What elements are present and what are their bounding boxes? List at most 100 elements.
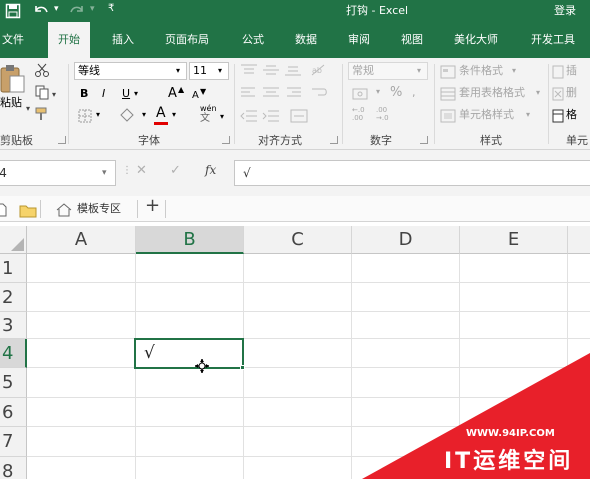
copy-dropdown-icon[interactable]: ▾ xyxy=(52,88,56,102)
undo-dropdown-icon[interactable]: ▾ xyxy=(54,0,59,20)
tab-beautify-master[interactable]: 美化大师 xyxy=(454,22,498,58)
row-header-7[interactable]: 7 xyxy=(0,427,27,457)
cut-icon[interactable] xyxy=(34,62,50,82)
new-file-icon[interactable] xyxy=(0,202,7,221)
row-header-4[interactable]: 4 xyxy=(0,339,27,368)
tab-file[interactable]: 文件 xyxy=(2,22,24,58)
align-left-icon[interactable] xyxy=(240,85,258,104)
font-size-dropdown[interactable]: 11 ▾ xyxy=(189,62,229,80)
align-center-icon[interactable] xyxy=(262,85,280,104)
copy-icon[interactable] xyxy=(34,84,50,104)
wrap-text-icon[interactable] xyxy=(310,85,328,104)
phonetic-dropdown-icon[interactable]: ▾ xyxy=(220,110,224,124)
tab-review[interactable]: 审阅 xyxy=(348,22,370,58)
font-color-dropdown-icon[interactable]: ▾ xyxy=(172,108,176,122)
select-all-button[interactable] xyxy=(0,226,27,254)
tab-data[interactable]: 数据 xyxy=(295,22,317,58)
bold-button[interactable]: B xyxy=(80,87,88,101)
clipboard-launcher-icon[interactable] xyxy=(58,136,66,144)
name-box[interactable]: B4 ▾ xyxy=(0,160,116,186)
insert-cells-button[interactable]: 插 xyxy=(566,64,577,78)
align-bottom-icon[interactable] xyxy=(284,62,302,81)
font-color-button[interactable]: A xyxy=(156,106,166,120)
increase-font-button[interactable]: A xyxy=(168,87,177,101)
border-dropdown-icon[interactable]: ▾ xyxy=(96,108,100,122)
align-top-icon[interactable] xyxy=(240,62,258,81)
orientation-icon[interactable]: ab xyxy=(310,62,328,81)
column-header-b[interactable]: B xyxy=(136,226,244,254)
enter-icon[interactable]: ✓ xyxy=(170,164,181,178)
column-header-f[interactable] xyxy=(568,226,590,254)
redo-dropdown-icon[interactable]: ▾ xyxy=(90,0,95,20)
align-middle-icon[interactable] xyxy=(262,62,280,81)
border-icon[interactable] xyxy=(78,108,92,127)
paste-dropdown-icon[interactable]: ▾ xyxy=(26,102,30,116)
row-header-1[interactable]: 1 xyxy=(0,254,27,283)
formula-bar-handle-icon[interactable]: ⋮ xyxy=(122,164,132,178)
chevron-down-icon: ▾ xyxy=(512,66,517,75)
fill-color-icon[interactable] xyxy=(118,107,136,127)
format-cells-button[interactable]: 格 xyxy=(566,108,577,122)
insert-function-button[interactable]: fx xyxy=(205,163,216,177)
redo-icon[interactable] xyxy=(68,2,86,22)
column-header-d[interactable]: D xyxy=(352,226,460,254)
merge-center-icon[interactable] xyxy=(290,108,314,127)
open-folder-icon[interactable] xyxy=(19,203,37,222)
row-header-2[interactable]: 2 xyxy=(0,283,27,312)
tab-insert[interactable]: 插入 xyxy=(112,22,134,58)
cell-styles-button[interactable]: 单元格样式 xyxy=(459,108,514,122)
underline-button[interactable]: U xyxy=(122,87,130,101)
format-as-table-button[interactable]: 套用表格格式 xyxy=(459,86,525,100)
accounting-dropdown-icon[interactable]: ▾ xyxy=(376,85,380,99)
decrease-font-button[interactable]: A xyxy=(192,89,199,103)
tab-home[interactable]: 开始 xyxy=(48,22,90,58)
tab-formulas[interactable]: 公式 xyxy=(242,22,264,58)
alignment-launcher-icon[interactable] xyxy=(330,136,338,144)
accounting-format-icon[interactable] xyxy=(352,86,370,105)
align-right-icon[interactable] xyxy=(284,85,302,104)
italic-button[interactable]: I xyxy=(102,87,105,101)
delete-cells-button[interactable]: 删 xyxy=(566,86,577,100)
decrease-indent-icon[interactable] xyxy=(240,108,258,127)
login-link[interactable]: 登录 xyxy=(554,0,576,22)
add-tab-button[interactable]: + xyxy=(145,197,160,215)
tab-view[interactable]: 视图 xyxy=(401,22,423,58)
tab-developer[interactable]: 开发工具 xyxy=(531,22,575,58)
save-icon[interactable] xyxy=(5,3,21,23)
column-header-c[interactable]: C xyxy=(244,226,352,254)
tab-divider xyxy=(137,200,138,218)
format-painter-icon[interactable] xyxy=(34,106,50,126)
number-launcher-icon[interactable] xyxy=(420,136,428,144)
font-launcher-icon[interactable] xyxy=(222,136,230,144)
decrease-decimal-icon[interactable]: .00 →.0 xyxy=(376,106,389,122)
cancel-icon[interactable]: ✕ xyxy=(136,164,147,178)
paste-icon[interactable] xyxy=(0,64,26,98)
tab-page-layout[interactable]: 页面布局 xyxy=(165,22,209,58)
increase-decimal-icon[interactable]: ←.0.00 xyxy=(352,106,365,122)
undo-icon[interactable] xyxy=(32,2,50,22)
spreadsheet-grid[interactable]: A B C D E 1 2 3 4 5 6 7 8 √ xyxy=(0,222,590,479)
formula-input[interactable]: √ xyxy=(234,160,590,186)
column-header-a[interactable]: A xyxy=(27,226,136,254)
customize-qat-icon[interactable]: ₹ xyxy=(108,0,114,20)
template-area-tab[interactable]: 模板专区 xyxy=(77,202,121,216)
row-header-3[interactable]: 3 xyxy=(0,312,27,339)
row-header-6[interactable]: 6 xyxy=(0,398,27,427)
column-header-e[interactable]: E xyxy=(460,226,568,254)
alignment-group-label: 对齐方式 xyxy=(258,134,302,147)
delete-cells-icon xyxy=(552,86,564,105)
fill-color-dropdown-icon[interactable]: ▾ xyxy=(142,108,146,122)
row-header-5[interactable]: 5 xyxy=(0,368,27,398)
increase-indent-icon[interactable] xyxy=(262,108,280,127)
font-name-dropdown[interactable]: 等线 ▾ xyxy=(74,62,187,80)
comma-style-icon[interactable]: , xyxy=(412,86,416,100)
percent-button[interactable]: % xyxy=(390,86,402,100)
fill-handle[interactable] xyxy=(240,365,245,370)
number-format-dropdown[interactable]: 常规 ▾ xyxy=(348,62,428,80)
active-cell-b4[interactable]: √ xyxy=(134,338,245,370)
ribbon-tabs: 文件 开始 插入 页面布局 公式 数据 审阅 视图 美化大师 开发工具 xyxy=(0,22,590,58)
conditional-formatting-button[interactable]: 条件格式 xyxy=(459,64,503,78)
paste-label[interactable]: 粘贴 xyxy=(0,96,22,110)
row-header-8[interactable]: 8 xyxy=(0,457,27,479)
underline-dropdown-icon[interactable]: ▾ xyxy=(134,87,138,101)
